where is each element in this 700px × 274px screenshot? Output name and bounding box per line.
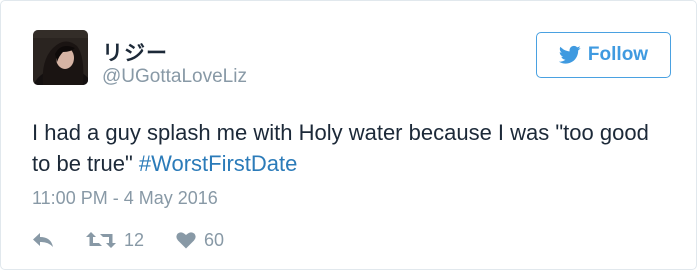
reply-icon (33, 233, 53, 247)
like-button[interactable]: 60 (176, 227, 224, 253)
retweet-count: 12 (124, 229, 145, 250)
tweet-text: I had a guy splash me with Holy water be… (32, 117, 652, 179)
display-name[interactable]: リジー (102, 37, 168, 67)
retweet-button[interactable]: 12 (86, 227, 144, 253)
follow-label: Follow (587, 44, 649, 65)
avatar-photo (33, 30, 88, 85)
user-handle[interactable]: @UGottaLoveLiz (102, 66, 247, 88)
heart-icon (176, 232, 196, 249)
like-count: 60 (204, 229, 225, 250)
retweet-icon (86, 232, 116, 248)
hashtag-link[interactable]: #WorstFirstDate (139, 151, 298, 176)
tweet-timestamp[interactable]: 11:00 PM - 4 May 2016 (32, 188, 218, 209)
reply-button[interactable] (32, 227, 54, 253)
tweet-card: リジー @UGottaLoveLiz Follow I had a guy sp… (0, 0, 697, 270)
twitter-bird-icon (558, 45, 581, 64)
follow-button[interactable]: Follow (536, 32, 671, 78)
avatar[interactable] (33, 30, 88, 85)
tweet-body: I had a guy splash me with Holy water be… (32, 120, 649, 176)
